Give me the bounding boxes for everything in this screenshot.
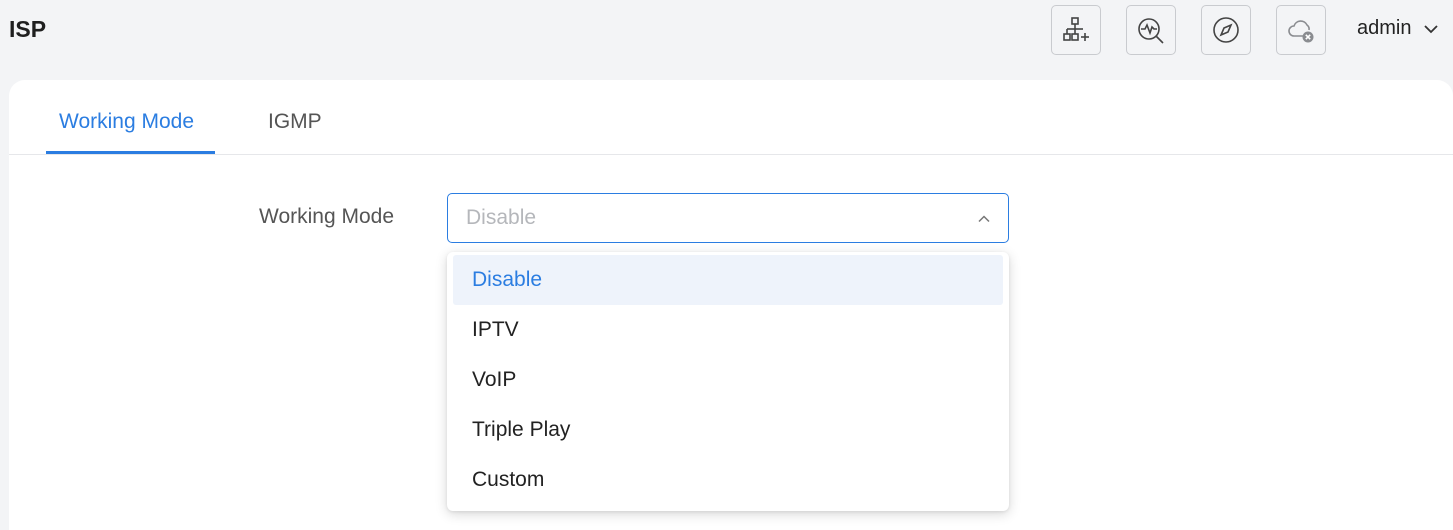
tab-bar: Working Mode IGMP <box>9 80 1453 155</box>
cloud-disconnected-icon <box>1288 20 1314 43</box>
option-custom[interactable]: Custom <box>453 455 1003 505</box>
diagnostics-button[interactable] <box>1126 5 1176 55</box>
compass-button[interactable] <box>1201 5 1251 55</box>
tab-igmp[interactable]: IGMP <box>268 110 322 155</box>
content-card: Working Mode IGMP Working Mode Disable D… <box>9 80 1453 530</box>
diagnostics-icon <box>1138 18 1164 44</box>
topology-add-button[interactable] <box>1051 5 1101 55</box>
working-mode-label: Working Mode <box>259 205 395 228</box>
active-tab-indicator <box>46 151 215 154</box>
option-voip[interactable]: VoIP <box>453 355 1003 405</box>
topology-add-icon <box>1063 17 1089 41</box>
working-mode-select-value: Disable <box>466 206 537 229</box>
top-header: ISP admin <box>0 0 1453 80</box>
working-mode-dropdown: Disable IPTV VoIP Triple Play Custom <box>447 252 1009 511</box>
cloud-status-button[interactable] <box>1276 5 1326 55</box>
chevron-up-icon <box>978 215 990 223</box>
option-disable[interactable]: Disable <box>453 255 1003 305</box>
username: admin <box>1357 17 1412 39</box>
user-menu[interactable]: admin <box>1357 17 1439 40</box>
option-triple-play[interactable]: Triple Play <box>453 405 1003 455</box>
compass-icon <box>1213 17 1239 43</box>
working-mode-select[interactable]: Disable <box>447 193 1009 243</box>
option-iptv[interactable]: IPTV <box>453 305 1003 355</box>
chevron-down-icon <box>1424 24 1439 33</box>
tab-working-mode[interactable]: Working Mode <box>59 110 194 155</box>
page-title: ISP <box>9 16 47 42</box>
